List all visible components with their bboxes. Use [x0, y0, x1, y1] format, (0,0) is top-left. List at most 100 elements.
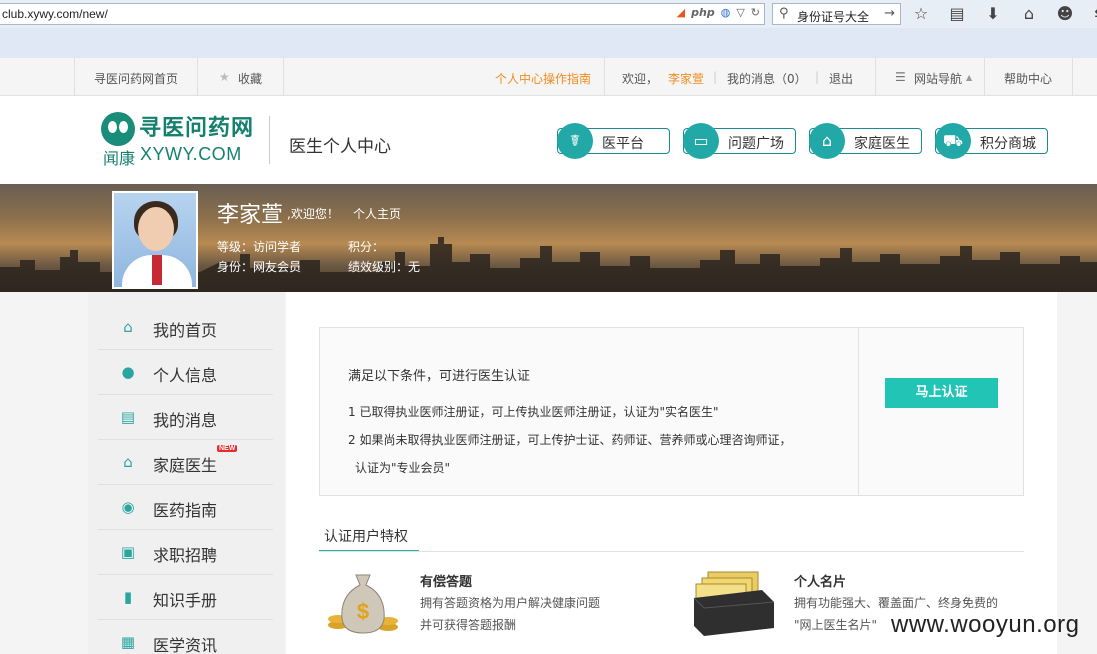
- sidebar-item-news[interactable]: ▦ 医学资讯: [98, 620, 273, 654]
- guide-link[interactable]: 个人中心操作指南: [495, 70, 591, 87]
- question-square-label: 问题广场: [728, 136, 784, 152]
- welcome-text: 欢迎，: [622, 72, 659, 86]
- sidebar-item-profile[interactable]: ● 个人信息: [98, 350, 273, 395]
- home-icon: ⌂: [123, 318, 133, 336]
- logo-subtext-cn: 闻康: [103, 149, 136, 168]
- certification-title: 满足以下条件，可进行医生认证: [348, 369, 531, 384]
- favorite-link[interactable]: 收藏: [238, 70, 262, 87]
- homepage-link[interactable]: 个人主页: [353, 205, 401, 222]
- cart-icon: ⛟: [935, 123, 971, 159]
- sidebar-item-label: 知识手册: [153, 591, 218, 610]
- tab-underline: [319, 551, 1024, 552]
- panel-divider: [858, 328, 859, 495]
- sidebar-item-home[interactable]: ⌂ 我的首页: [98, 305, 273, 350]
- url-text[interactable]: club.xywy.com/new/: [2, 7, 108, 21]
- privilege-paid-answer-desc: 拥有答题资格为用户解决健康问题: [420, 596, 601, 610]
- home-browser-icon[interactable]: ⌂: [1020, 4, 1038, 23]
- level-text: 等级：访问学者: [217, 240, 302, 254]
- house-icon: ⌂: [809, 123, 845, 159]
- privilege-namecard-title: 个人名片: [794, 575, 847, 590]
- site-header: 寻医问药网 闻康 XYWY.COM 医生个人中心 ☤ 医平台 ▭ 问题广场 ⌂ …: [0, 96, 1097, 184]
- php-icon[interactable]: php: [691, 6, 715, 19]
- messages-link[interactable]: 我的消息（0）: [727, 70, 807, 87]
- rss-icon[interactable]: ◍: [721, 6, 731, 19]
- condition-2-cont: 认证为"专业会员": [355, 461, 451, 475]
- search-go-icon[interactable]: →: [884, 6, 895, 21]
- caret-down-icon: ▲: [966, 73, 973, 82]
- dropdown-icon[interactable]: ▽: [736, 6, 744, 19]
- divider: [1072, 58, 1073, 96]
- condition-1: 1 已取得执业医师注册证，可上传执业医师注册证，认证为"实名医生": [348, 405, 719, 419]
- browser-search-bar[interactable]: ⚲ 身份证号大全 →: [772, 3, 901, 25]
- avatar-face: [138, 207, 174, 251]
- sidebar-item-label: 我的消息: [153, 411, 218, 430]
- certification-panel: 满足以下条件，可进行医生认证 1 已取得执业医师注册证，可上传执业医师注册证，认…: [319, 327, 1024, 496]
- bookmarks-strip: [0, 28, 1097, 58]
- separator-bar: |: [713, 70, 718, 84]
- points-mall-label: 积分商城: [980, 136, 1036, 152]
- logout-link[interactable]: 退出: [829, 70, 853, 87]
- avatar-collar: [152, 255, 162, 285]
- bookmark-star-icon[interactable]: ☆: [912, 4, 930, 23]
- site-nav-menu[interactable]: 网站导航: [914, 70, 962, 87]
- reload-icon[interactable]: ↻: [751, 6, 760, 19]
- logo-mark[interactable]: [101, 112, 135, 146]
- main-content: 满足以下条件，可进行医生认证 1 已取得执业医师注册证，可上传执业医师注册证，认…: [286, 292, 1057, 654]
- header-divider: [269, 116, 270, 164]
- privilege-namecard-desc: 拥有功能强大、覆盖面广、终身免费的: [794, 596, 999, 610]
- points-mall-button[interactable]: ⛟ 积分商城: [935, 123, 1048, 159]
- sidebar-item-jobs[interactable]: ▣ 求职招聘: [98, 530, 273, 575]
- compass-icon: ◉: [121, 498, 135, 516]
- separator-bar: |: [815, 70, 820, 84]
- card-icon: ▣: [120, 543, 136, 561]
- platform-button[interactable]: ☤ 医平台: [557, 123, 670, 159]
- sidebar-item-messages[interactable]: ▤ 我的消息: [98, 395, 273, 440]
- address-bar[interactable]: club.xywy.com/new/ ◢ php ◍ ▽ ↻: [0, 3, 765, 25]
- privilege-paid-answer-title: 有偿答题: [420, 575, 473, 590]
- tab-privileges[interactable]: 认证用户特权: [319, 524, 419, 552]
- chat-icon[interactable]: ☻: [1056, 4, 1074, 23]
- chart-icon[interactable]: ◢: [677, 6, 685, 19]
- browser-toolbar: club.xywy.com/new/ ◢ php ◍ ▽ ↻ ⚲ 身份证号大全 …: [0, 0, 1097, 58]
- identity-text: 身份：网友会员: [217, 260, 302, 274]
- username-link[interactable]: 李家萱: [668, 70, 704, 87]
- page-title: 医生个人中心: [289, 137, 391, 157]
- logo-subtext-en: XYWY.COM: [140, 144, 242, 164]
- site-home-link[interactable]: 寻医问药网首页: [94, 70, 178, 87]
- sidebar-item-med-guide[interactable]: ◉ 医药指南: [98, 485, 273, 530]
- sidebar-item-handbook[interactable]: ▮ 知识手册: [98, 575, 273, 620]
- sidebar-item-label: 家庭医生: [153, 456, 218, 475]
- book-icon: ▮: [123, 588, 133, 606]
- privilege-paid-answer-desc2: 并可获得答题报酬: [420, 618, 517, 632]
- privilege-namecard-desc2: "网上医生名片": [794, 618, 878, 632]
- search-input[interactable]: 身份证号大全: [797, 8, 869, 25]
- divider: [875, 58, 876, 96]
- bookmarks-list-icon[interactable]: ▤: [948, 4, 966, 23]
- platform-button-label: 医平台: [602, 136, 644, 152]
- help-link[interactable]: 帮助中心: [1004, 70, 1052, 87]
- new-badge: NEW: [217, 445, 238, 452]
- sidebar-item-label: 个人信息: [153, 366, 218, 385]
- sidebar-item-label: 我的首页: [153, 321, 218, 340]
- message-icon: ▤: [120, 408, 136, 426]
- address-bar-icons: ◢ php ◍ ▽ ↻: [677, 6, 760, 19]
- question-square-button[interactable]: ▭ 问题广场: [683, 123, 796, 159]
- doctor-icon: ☤: [557, 123, 593, 159]
- download-icon[interactable]: ⬇: [984, 4, 1002, 23]
- performance-text: 绩效级别：无: [348, 260, 421, 274]
- certify-now-button[interactable]: 马上认证: [885, 378, 998, 408]
- card-file-icon: [693, 571, 775, 636]
- avatar[interactable]: [112, 191, 198, 289]
- divider: [74, 58, 75, 96]
- condition-2: 2 如果尚未取得执业医师注册证，可上传护士证、药师证、营养师或心理咨询师证，: [348, 433, 792, 447]
- menu-icon[interactable]: ⇆: [1092, 4, 1097, 23]
- sidebar-item-family-doctor[interactable]: ⌂ 家庭医生 NEW: [98, 440, 273, 485]
- sidebar-item-label: 医学资讯: [153, 636, 218, 654]
- sidebar-item-label: 医药指南: [153, 501, 218, 520]
- family-doctor-button[interactable]: ⌂ 家庭医生: [809, 123, 922, 159]
- sidebar-item-label: 求职招聘: [153, 546, 218, 565]
- list-icon: ☰: [895, 70, 906, 84]
- user-icon: ●: [121, 363, 135, 381]
- browser-buttons: ☆ ▤ ⬇ ⌂ ☻ ⇆: [912, 4, 1097, 23]
- logo-text[interactable]: 寻医问药网: [139, 110, 254, 142]
